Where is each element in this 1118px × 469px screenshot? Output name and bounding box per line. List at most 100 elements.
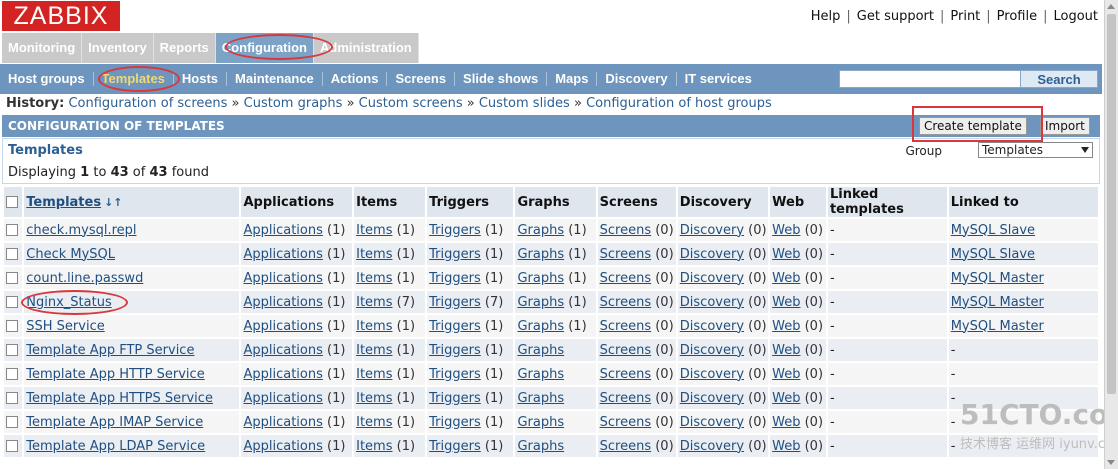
- items-link[interactable]: Items: [356, 367, 392, 382]
- template-name-link[interactable]: Check MySQL: [26, 247, 115, 262]
- discovery-link[interactable]: Discovery: [680, 295, 744, 310]
- screens-link[interactable]: Screens: [600, 391, 651, 406]
- web-link[interactable]: Web: [772, 367, 800, 382]
- submenu-it-services[interactable]: IT services: [677, 64, 760, 94]
- triggers-link[interactable]: Triggers: [429, 367, 481, 382]
- discovery-link[interactable]: Discovery: [680, 391, 744, 406]
- template-name-link[interactable]: Template App HTTP Service: [26, 367, 204, 382]
- menu-monitoring[interactable]: Monitoring: [2, 33, 83, 63]
- submenu-maps[interactable]: Maps: [547, 64, 596, 94]
- template-name-link[interactable]: Nginx_Status: [26, 295, 111, 310]
- screens-link[interactable]: Screens: [600, 271, 651, 286]
- apps-link[interactable]: Applications: [243, 343, 322, 358]
- items-link[interactable]: Items: [356, 391, 392, 406]
- vertical-scrollbar[interactable]: [1104, 0, 1118, 469]
- menu-administration[interactable]: Administration: [314, 33, 419, 63]
- apps-link[interactable]: Applications: [243, 415, 322, 430]
- screens-link[interactable]: Screens: [600, 223, 651, 238]
- graphs-link[interactable]: Graphs: [517, 247, 564, 262]
- discovery-link[interactable]: Discovery: [680, 439, 744, 454]
- items-link[interactable]: Items: [356, 343, 392, 358]
- row-checkbox[interactable]: [6, 248, 18, 260]
- web-link[interactable]: Web: [772, 439, 800, 454]
- scroll-down-icon[interactable]: [1107, 460, 1115, 465]
- linked-to-link[interactable]: MySQL Master: [951, 295, 1044, 310]
- row-checkbox[interactable]: [6, 320, 18, 332]
- apps-link[interactable]: Applications: [243, 295, 322, 310]
- items-link[interactable]: Items: [356, 295, 392, 310]
- items-link[interactable]: Items: [356, 247, 392, 262]
- apps-link[interactable]: Applications: [243, 247, 322, 262]
- scrollbar-thumb[interactable]: [1107, 14, 1116, 394]
- web-link[interactable]: Web: [772, 319, 800, 334]
- linked-to-link[interactable]: MySQL Slave: [951, 247, 1035, 262]
- screens-link[interactable]: Screens: [600, 343, 651, 358]
- discovery-link[interactable]: Discovery: [680, 247, 744, 262]
- search-button[interactable]: Search: [1020, 70, 1098, 88]
- search-input[interactable]: [839, 70, 1021, 88]
- discovery-link[interactable]: Discovery: [680, 367, 744, 382]
- graphs-link[interactable]: Graphs: [517, 391, 564, 406]
- screens-link[interactable]: Screens: [600, 319, 651, 334]
- triggers-link[interactable]: Triggers: [429, 247, 481, 262]
- apps-link[interactable]: Applications: [243, 223, 322, 238]
- submenu-hosts[interactable]: Hosts: [174, 64, 226, 94]
- linked-to-link[interactable]: MySQL Master: [951, 319, 1044, 334]
- web-link[interactable]: Web: [772, 247, 800, 262]
- submenu-discovery[interactable]: Discovery: [597, 64, 675, 94]
- row-checkbox[interactable]: [6, 440, 18, 452]
- help-link[interactable]: Help: [811, 9, 841, 24]
- triggers-link[interactable]: Triggers: [429, 343, 481, 358]
- triggers-link[interactable]: Triggers: [429, 295, 481, 310]
- submenu-host-groups[interactable]: Host groups: [0, 64, 93, 94]
- row-checkbox[interactable]: [6, 224, 18, 236]
- menu-inventory[interactable]: Inventory: [82, 33, 154, 63]
- import-button[interactable]: Import: [1040, 117, 1090, 135]
- template-name-link[interactable]: Template App IMAP Service: [26, 415, 203, 430]
- graphs-link[interactable]: Graphs: [517, 367, 564, 382]
- templates-sort-link[interactable]: Templates: [26, 195, 101, 210]
- group-select[interactable]: Templates: [978, 142, 1093, 158]
- submenu-templates[interactable]: Templates: [94, 64, 173, 94]
- screens-link[interactable]: Screens: [600, 247, 651, 262]
- items-link[interactable]: Items: [356, 223, 392, 238]
- triggers-link[interactable]: Triggers: [429, 223, 481, 238]
- web-link[interactable]: Web: [772, 223, 800, 238]
- menu-reports[interactable]: Reports: [153, 33, 216, 63]
- graphs-link[interactable]: Graphs: [517, 319, 564, 334]
- submenu-screens[interactable]: Screens: [387, 64, 454, 94]
- linked-to-link[interactable]: MySQL Slave: [951, 223, 1035, 238]
- items-link[interactable]: Items: [356, 271, 392, 286]
- linked-to-link[interactable]: MySQL Master: [951, 271, 1044, 286]
- discovery-link[interactable]: Discovery: [680, 271, 744, 286]
- apps-link[interactable]: Applications: [243, 439, 322, 454]
- apps-link[interactable]: Applications: [243, 271, 322, 286]
- template-name-link[interactable]: Template App FTP Service: [26, 343, 194, 358]
- items-link[interactable]: Items: [356, 439, 392, 454]
- discovery-link[interactable]: Discovery: [680, 343, 744, 358]
- screens-link[interactable]: Screens: [600, 439, 651, 454]
- logout-link[interactable]: Logout: [1053, 9, 1098, 24]
- web-link[interactable]: Web: [772, 343, 800, 358]
- print-link[interactable]: Print: [950, 9, 980, 24]
- scroll-up-icon[interactable]: [1107, 4, 1115, 9]
- graphs-link[interactable]: Graphs: [517, 223, 564, 238]
- history-item[interactable]: Custom graphs: [244, 96, 343, 111]
- triggers-link[interactable]: Triggers: [429, 439, 481, 454]
- zabbix-logo[interactable]: ZABBIX: [2, 1, 120, 31]
- row-checkbox[interactable]: [6, 344, 18, 356]
- history-item[interactable]: Configuration of host groups: [586, 96, 772, 111]
- apps-link[interactable]: Applications: [243, 319, 322, 334]
- items-link[interactable]: Items: [356, 319, 392, 334]
- discovery-link[interactable]: Discovery: [680, 319, 744, 334]
- discovery-link[interactable]: Discovery: [680, 223, 744, 238]
- triggers-link[interactable]: Triggers: [429, 319, 481, 334]
- submenu-actions[interactable]: Actions: [323, 64, 387, 94]
- screens-link[interactable]: Screens: [600, 415, 651, 430]
- triggers-link[interactable]: Triggers: [429, 415, 481, 430]
- graphs-link[interactable]: Graphs: [517, 295, 564, 310]
- graphs-link[interactable]: Graphs: [517, 271, 564, 286]
- web-link[interactable]: Web: [772, 295, 800, 310]
- template-name-link[interactable]: count.line.passwd: [26, 271, 143, 286]
- history-item[interactable]: Custom screens: [359, 96, 463, 111]
